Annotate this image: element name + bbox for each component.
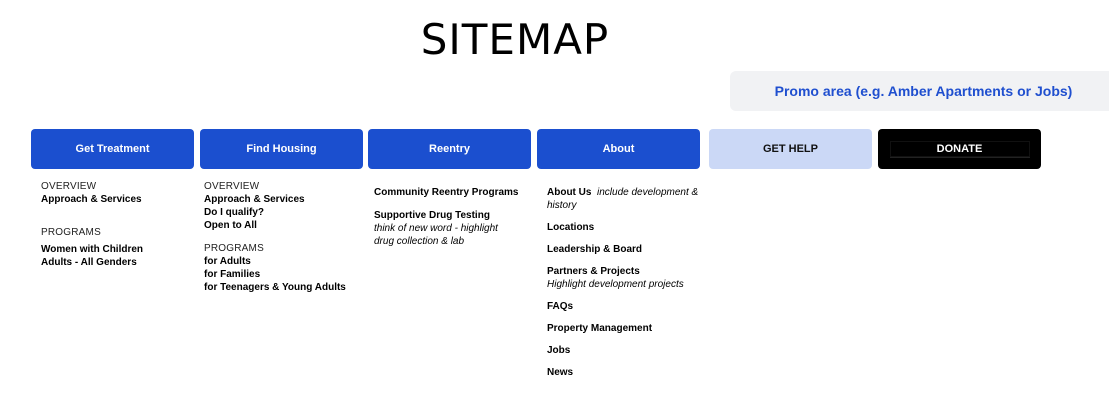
reentry-drug-testing-link[interactable]: Supportive Drug Testing <box>374 209 534 222</box>
about-us-link[interactable]: About Us <box>547 187 591 198</box>
housing-programs-heading: PROGRAMS <box>204 243 264 254</box>
about-partners-link[interactable]: Partners & Projects <box>547 265 707 278</box>
nav-reentry-button[interactable]: Reentry <box>368 129 531 169</box>
treatment-column: OVERVIEW Approach & Services PROGRAMS Wo… <box>41 180 143 269</box>
about-partners-note: Highlight development projects <box>547 279 684 290</box>
treatment-adults-link[interactable]: Adults - All Genders <box>41 256 143 269</box>
reentry-drug-note: think of new word - highlight drug colle… <box>374 223 498 247</box>
reentry-column: Community Reentry Programs Supportive Dr… <box>374 186 534 248</box>
about-locations-link[interactable]: Locations <box>547 221 707 234</box>
housing-adults-link[interactable]: for Adults <box>204 255 346 268</box>
reentry-community-link[interactable]: Community Reentry Programs <box>374 186 534 199</box>
treatment-women-link[interactable]: Women with Children <box>41 243 143 256</box>
about-column: About Us include development & history L… <box>547 186 707 388</box>
donate-label: DONATE <box>889 140 1030 158</box>
about-jobs-link[interactable]: Jobs <box>547 344 707 357</box>
promo-area[interactable]: Promo area (e.g. Amber Apartments or Job… <box>730 71 1109 111</box>
about-leadership-link[interactable]: Leadership & Board <box>547 243 707 256</box>
housing-open-link[interactable]: Open to All <box>204 219 346 232</box>
housing-families-link[interactable]: for Families <box>204 268 346 281</box>
housing-column: OVERVIEW Approach & Services Do I qualif… <box>204 180 346 294</box>
donate-button[interactable]: DONATE <box>878 129 1041 169</box>
housing-approach-link[interactable]: Approach & Services <box>204 193 346 206</box>
page-title: SITEMAP <box>420 15 610 64</box>
treatment-overview-heading: OVERVIEW <box>41 181 97 192</box>
housing-qualify-link[interactable]: Do I qualify? <box>204 206 346 219</box>
about-faqs-link[interactable]: FAQs <box>547 300 707 313</box>
about-property-link[interactable]: Property Management <box>547 322 707 335</box>
nav-about-button[interactable]: About <box>537 129 700 169</box>
treatment-approach-link[interactable]: Approach & Services <box>41 193 143 206</box>
nav-find-housing-button[interactable]: Find Housing <box>200 129 363 169</box>
housing-teens-link[interactable]: for Teenagers & Young Adults <box>204 281 346 294</box>
housing-overview-heading: OVERVIEW <box>204 181 260 192</box>
nav-get-treatment-button[interactable]: Get Treatment <box>31 129 194 169</box>
treatment-programs-heading: PROGRAMS <box>41 227 101 238</box>
about-news-link[interactable]: News <box>547 366 707 379</box>
get-help-button[interactable]: GET HELP <box>709 129 872 169</box>
